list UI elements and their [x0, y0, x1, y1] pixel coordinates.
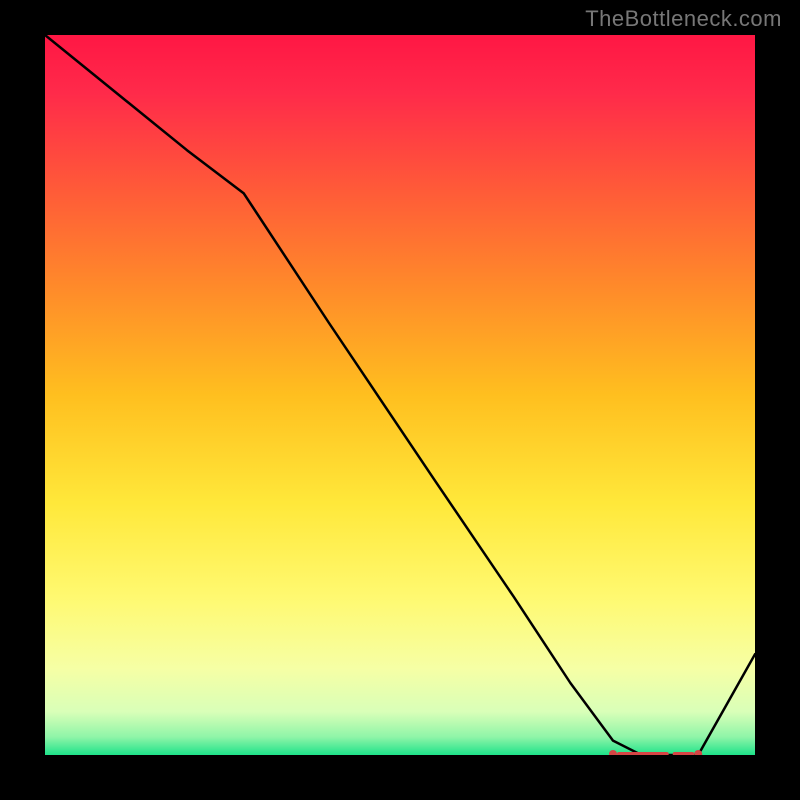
watermark-text: TheBottleneck.com: [585, 6, 782, 32]
gradient-background: [45, 35, 755, 755]
plot-area: [45, 35, 755, 755]
chart-svg: [45, 35, 755, 755]
chart-frame: TheBottleneck.com: [0, 0, 800, 800]
